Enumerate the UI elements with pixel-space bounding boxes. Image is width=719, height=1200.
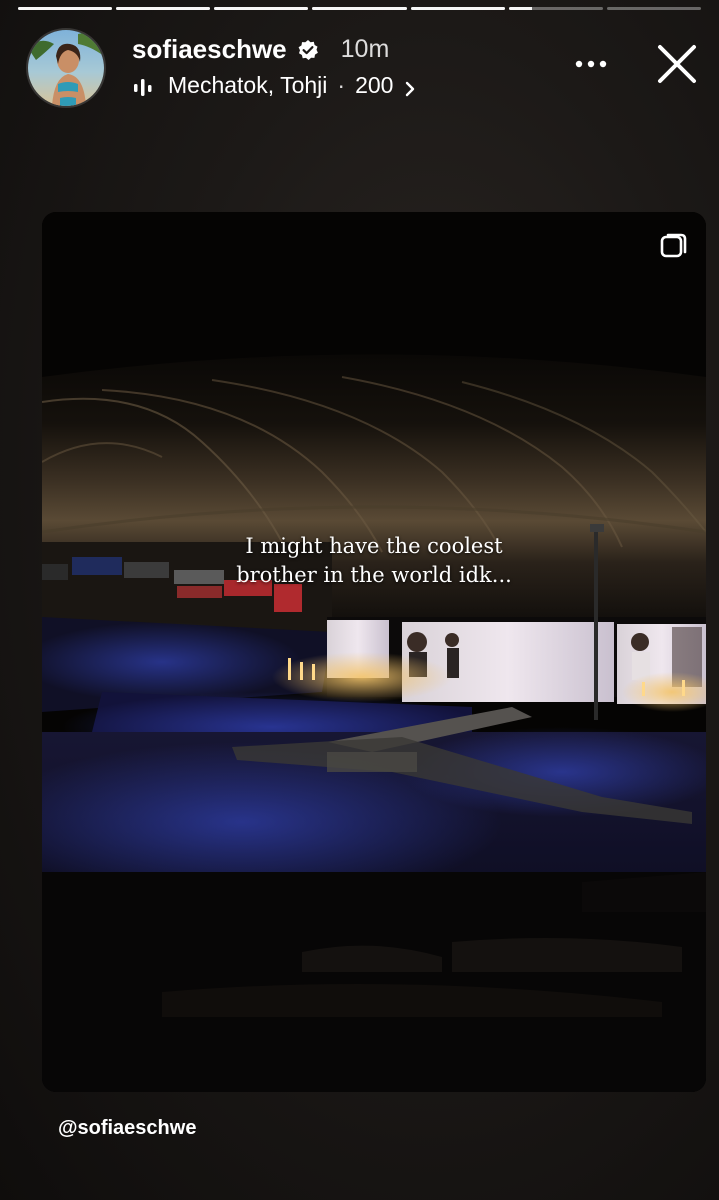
progress-fill xyxy=(312,7,407,10)
music-attribution[interactable]: Mechatok, Tohji · 200 xyxy=(132,72,417,99)
progress-fill xyxy=(116,7,211,10)
progress-fill xyxy=(508,7,533,10)
caption-line: I might have the coolest xyxy=(245,534,503,558)
music-track: 200 xyxy=(355,72,394,98)
shared-post-card[interactable]: I might have the coolest brother in the … xyxy=(42,212,706,1092)
avatar[interactable] xyxy=(26,28,106,108)
progress-fill xyxy=(410,7,505,10)
post-caption: I might have the coolest brother in the … xyxy=(42,532,706,590)
progress-segment xyxy=(312,7,407,10)
username[interactable]: sofiaeschwe xyxy=(132,34,287,65)
more-horizontal-icon[interactable] xyxy=(571,54,611,74)
progress-segment xyxy=(508,7,603,10)
story-header: sofiaeschwe 10m Mechatok, Tohji · 200 xyxy=(26,28,699,108)
close-icon[interactable] xyxy=(655,42,699,86)
caption-line: brother in the world idk... xyxy=(236,563,512,587)
mention-sticker[interactable]: @sofiaeschwe xyxy=(58,1117,196,1140)
progress-fill xyxy=(214,7,309,10)
progress-fill xyxy=(18,7,113,10)
username-row: sofiaeschwe 10m xyxy=(132,34,389,65)
music-bars-icon xyxy=(132,76,158,96)
music-separator: · xyxy=(337,72,346,98)
progress-segment xyxy=(410,7,505,10)
concert-photo xyxy=(42,212,706,1092)
story-progress-bar xyxy=(18,7,701,10)
music-artist: Mechatok, Tohji xyxy=(168,72,328,98)
post-time: 10m xyxy=(340,35,390,63)
progress-segment xyxy=(214,7,309,10)
progress-segment xyxy=(116,7,211,10)
verified-badge-icon xyxy=(297,39,319,61)
chevron-right-icon xyxy=(403,77,417,96)
progress-segment xyxy=(606,7,701,10)
carousel-icon[interactable] xyxy=(660,232,688,260)
progress-segment xyxy=(18,7,113,10)
avatar-image xyxy=(28,30,104,106)
